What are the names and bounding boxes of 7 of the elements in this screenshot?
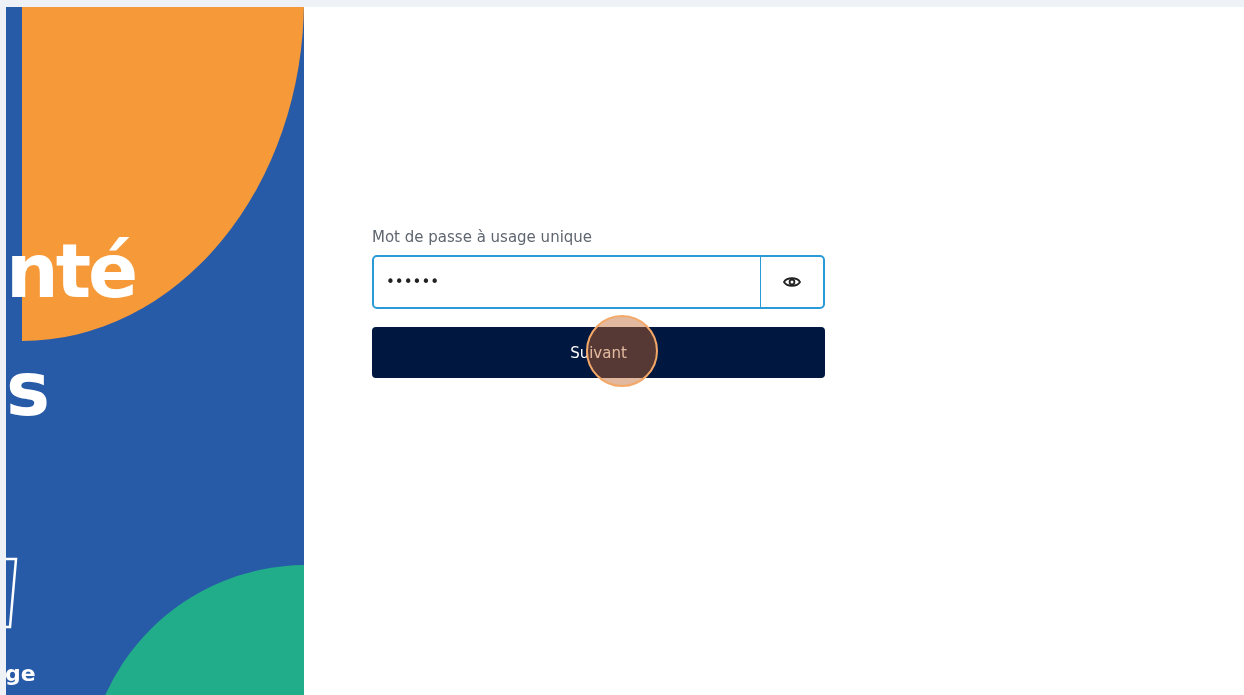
field-label: Mot de passe à usage unique (372, 228, 594, 246)
caption-fragment: ge (6, 663, 36, 685)
password-field[interactable]: •••••• (372, 255, 761, 309)
device-outline-icon (6, 557, 18, 629)
eye-icon (783, 276, 801, 288)
show-password-button[interactable] (761, 255, 825, 309)
headline-fragment: s (6, 352, 48, 426)
